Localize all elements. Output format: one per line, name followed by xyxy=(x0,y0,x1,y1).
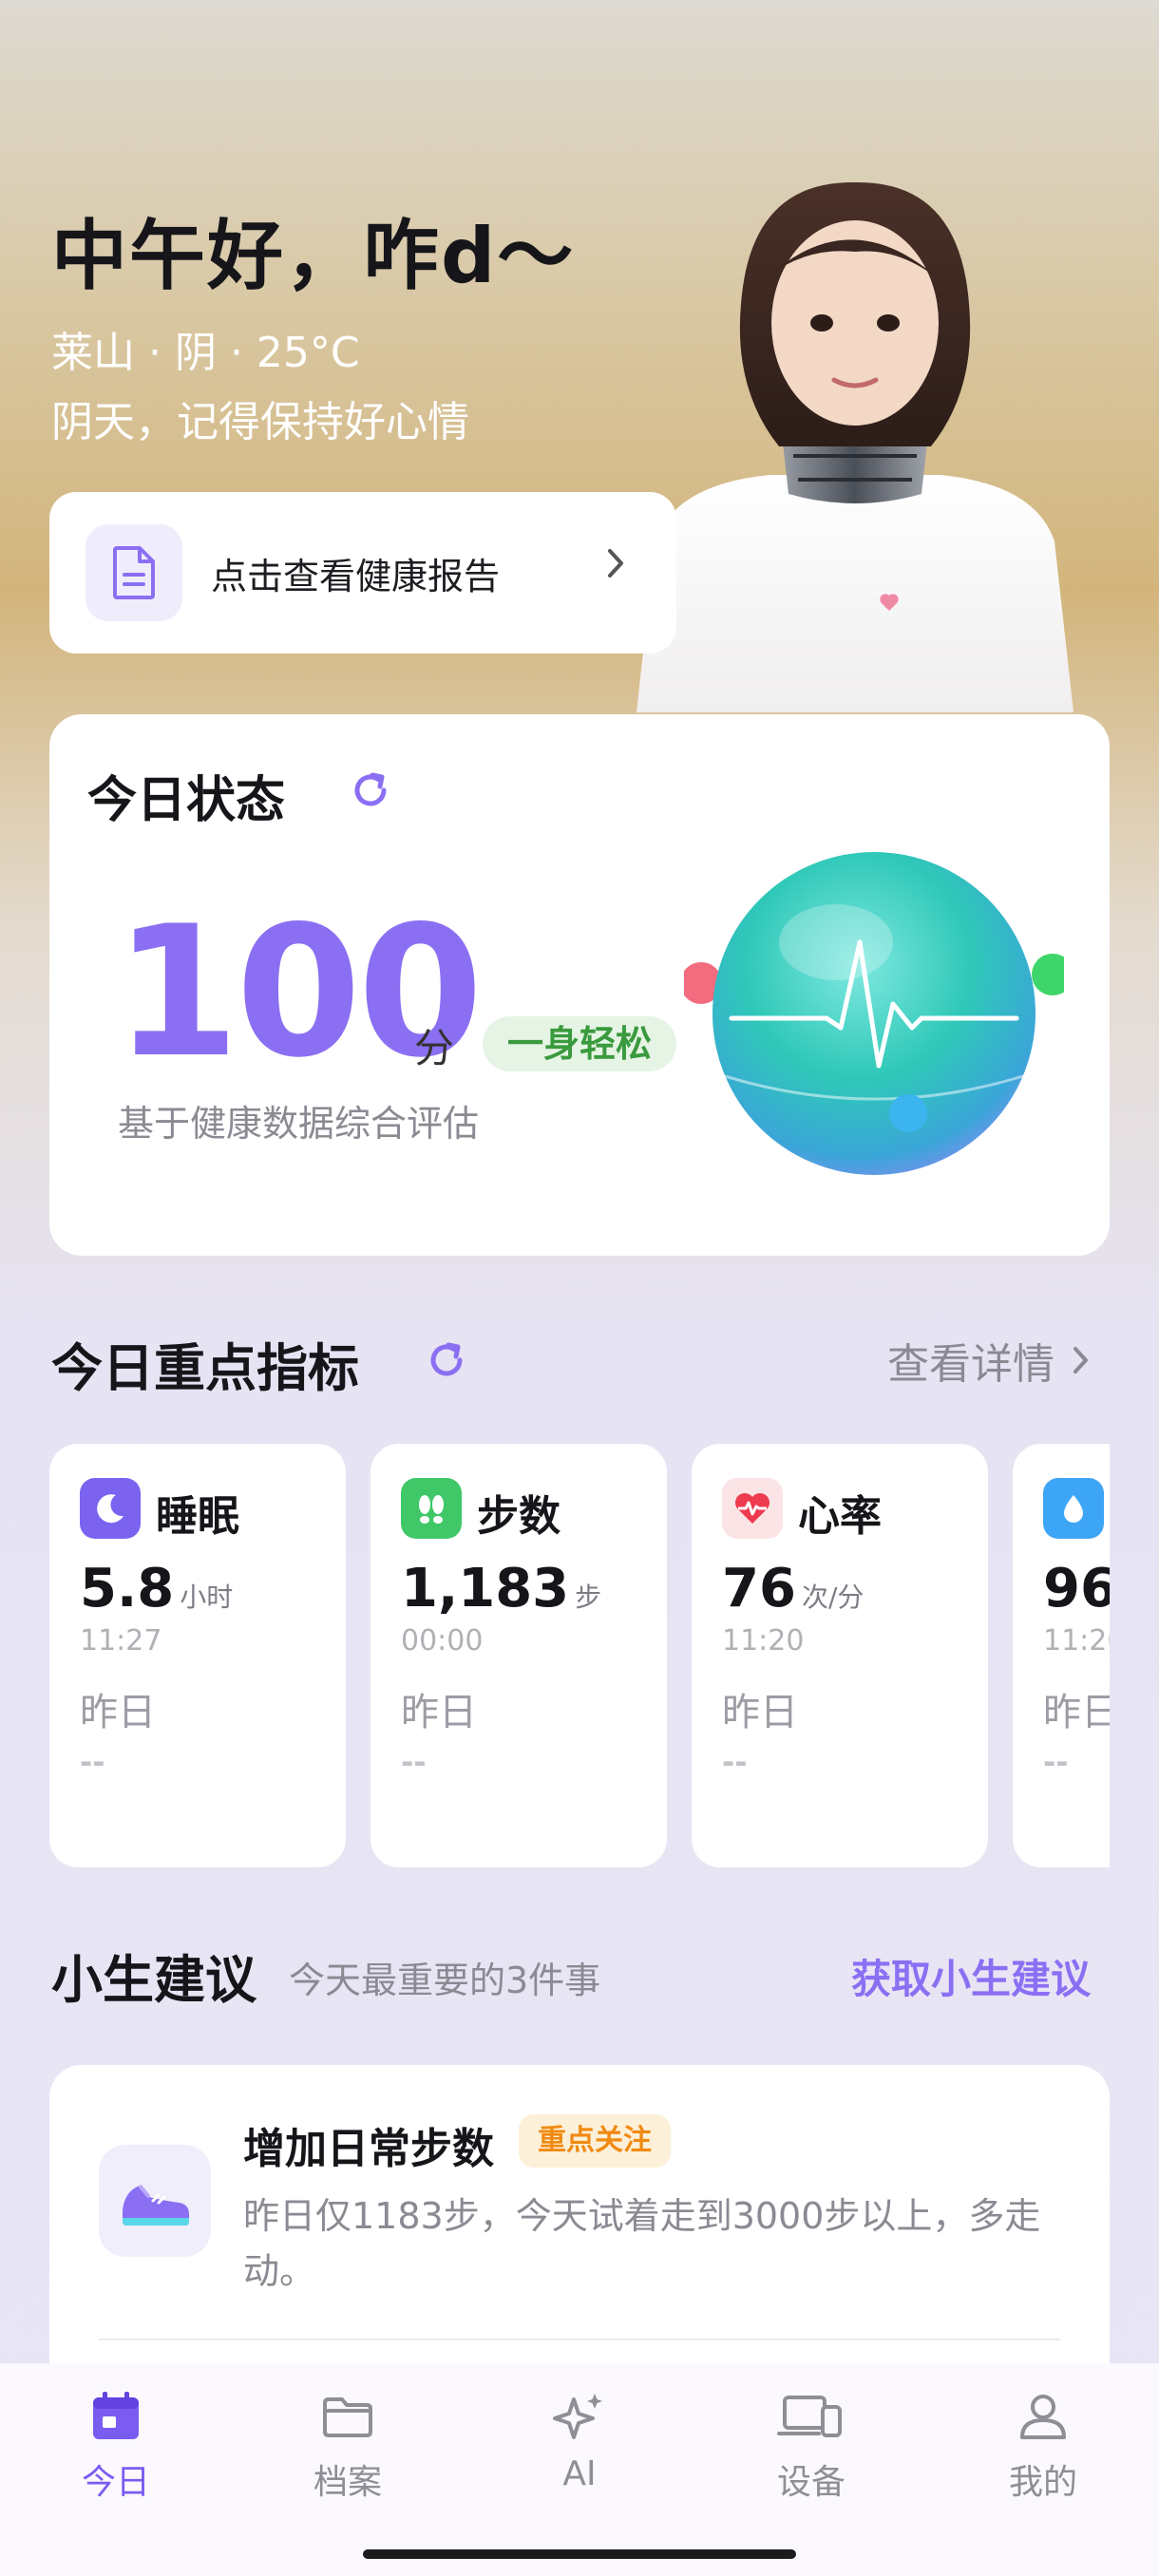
today-status-card: 今日状态 100 分 一身轻松 基于健康数据综合评估 xyxy=(49,714,1110,1256)
metric-time: 11:20 xyxy=(722,1624,805,1657)
tab-devices[interactable]: 设备 xyxy=(735,2388,887,2504)
metric-yesterday-value: -- xyxy=(1043,1744,1069,1780)
metric-time: 11:27 xyxy=(80,1624,162,1657)
water-drop-icon xyxy=(1043,1478,1104,1539)
metric-name: 睡眠 xyxy=(156,1492,239,1541)
metric-yesterday-label: 昨日 xyxy=(401,1691,477,1734)
chevron-right-icon xyxy=(608,549,623,578)
advice-item-description: 昨日仅1183步，今天试着走到3000步以上，多走动。 xyxy=(243,2195,1041,2292)
tab-label: 设备 xyxy=(776,2463,846,2502)
metric-value: 5.8 小时 xyxy=(80,1558,234,1619)
sneaker-icon xyxy=(99,2145,211,2257)
score-description: 基于健康数据综合评估 xyxy=(118,1103,480,1145)
metric-yesterday-label: 昨日 xyxy=(1043,1691,1110,1734)
status-title: 今日状态 xyxy=(87,772,286,829)
devices-icon xyxy=(777,2396,842,2437)
divider xyxy=(99,2339,1060,2340)
metric-yesterday-label: 昨日 xyxy=(722,1691,798,1734)
metric-name: 心率 xyxy=(798,1492,882,1541)
view-details-link[interactable]: 查看详情 xyxy=(887,1330,1091,1391)
tab-label: 今日 xyxy=(81,2463,150,2502)
metric-card-heart-rate[interactable]: 心率 76 次/分 11:20 昨日 -- xyxy=(692,1444,988,1867)
bottom-tab-bar: 今日 档案 AI 设备 我的 xyxy=(0,2363,1159,2576)
metric-yesterday-value: -- xyxy=(722,1744,748,1780)
profile-icon xyxy=(1020,2395,1066,2439)
metric-card-sleep[interactable]: z 睡眠 5.8 小时 11:27 昨日 -- xyxy=(49,1444,346,1867)
metric-yesterday-value: -- xyxy=(80,1744,105,1780)
tab-ai[interactable]: AI xyxy=(504,2388,656,2493)
calendar-icon xyxy=(93,2392,139,2439)
status-badge: 一身轻松 xyxy=(483,1016,677,1071)
tab-today[interactable]: 今日 xyxy=(40,2388,192,2504)
priority-tag: 重点关注 xyxy=(519,2114,671,2168)
status-dot-blue xyxy=(889,1094,927,1132)
tab-records[interactable]: 档案 xyxy=(272,2388,424,2504)
health-report-card[interactable]: 点击查看健康报告 xyxy=(49,492,676,653)
sparkle-icon xyxy=(553,2394,602,2439)
status-dot-green xyxy=(1032,954,1064,995)
metric-value: 76 次/分 xyxy=(722,1558,864,1619)
heart-icon xyxy=(722,1478,783,1539)
metric-time: 00:00 xyxy=(401,1624,484,1657)
get-advice-link[interactable]: 获取小生建议 xyxy=(851,1947,1091,2005)
tab-label: 档案 xyxy=(313,2463,382,2502)
moon-icon: z xyxy=(80,1478,141,1539)
greeting-title: 中午好，咋d～ xyxy=(51,212,576,300)
footprints-icon xyxy=(401,1478,462,1539)
view-details-label: 查看详情 xyxy=(887,1340,1054,1389)
advice-subtitle: 今天最重要的3件事 xyxy=(289,1960,601,2001)
advice-item-title: 增加日常步数 xyxy=(243,2125,494,2173)
metrics-section-title: 今日重点指标 xyxy=(51,1338,359,1398)
score-unit: 分 xyxy=(414,1025,455,1071)
refresh-icon[interactable] xyxy=(348,767,393,813)
svg-text:z: z xyxy=(113,1499,119,1511)
document-icon xyxy=(86,524,182,621)
assistant-avatar[interactable] xyxy=(618,180,1092,712)
heartbeat-orb xyxy=(684,852,1064,1175)
folder-icon xyxy=(323,2397,372,2437)
refresh-icon[interactable] xyxy=(424,1337,469,1383)
tab-profile[interactable]: 我的 xyxy=(967,2388,1119,2504)
metric-card-partial[interactable]: 96 11:20 昨日 -- xyxy=(1013,1444,1110,1867)
metric-name: 步数 xyxy=(477,1492,560,1541)
metric-value: 96 xyxy=(1043,1558,1110,1619)
metric-value: 1,183 步 xyxy=(401,1558,602,1619)
weather-info: 莱山 · 阴 · 25°C xyxy=(51,329,360,377)
home-indicator[interactable] xyxy=(363,2549,796,2559)
tab-label: AI xyxy=(562,2454,597,2493)
metric-yesterday-label: 昨日 xyxy=(80,1691,156,1734)
advice-section-title: 小生建议 xyxy=(51,1950,256,2010)
metric-yesterday-value: -- xyxy=(401,1744,427,1780)
metric-time: 11:20 xyxy=(1043,1624,1110,1657)
health-report-label: 点击查看健康报告 xyxy=(211,555,501,597)
greeting-tip: 阴天，记得保持好心情 xyxy=(51,398,469,446)
tab-label: 我的 xyxy=(1008,2463,1077,2502)
chevron-right-icon xyxy=(1074,1347,1088,1373)
metric-card-steps[interactable]: 步数 1,183 步 00:00 昨日 -- xyxy=(370,1444,667,1867)
